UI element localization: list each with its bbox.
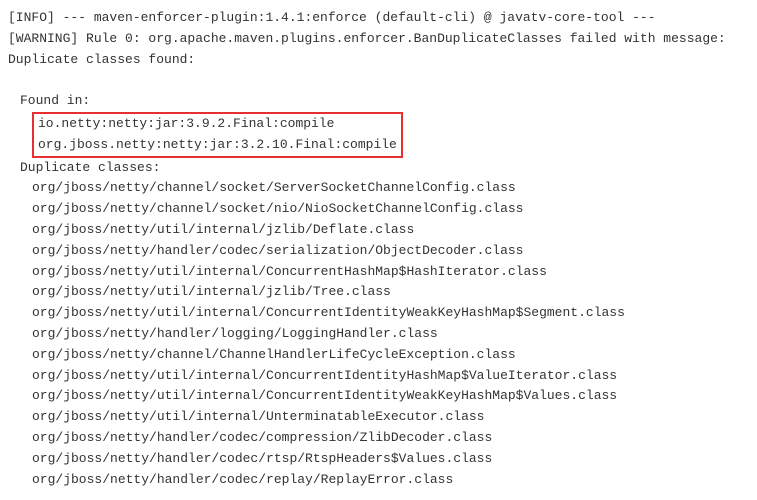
duplicate-class-entry: org/jboss/netty/util/internal/Concurrent… xyxy=(8,303,749,324)
duplicate-class-entry: org/jboss/netty/handler/codec/rtsp/RtspH… xyxy=(8,449,749,470)
found-in-highlight-box: io.netty:netty:jar:3.9.2.Final:compile o… xyxy=(32,112,403,158)
blank-line xyxy=(8,70,749,91)
log-warning-line: [WARNING] Rule 0: org.apache.maven.plugi… xyxy=(8,29,749,50)
duplicate-class-entry: org/jboss/netty/util/internal/Concurrent… xyxy=(8,366,749,387)
duplicate-class-entry: org/jboss/netty/util/internal/Concurrent… xyxy=(8,386,749,407)
duplicates-header: Duplicate classes found: xyxy=(8,50,749,71)
found-in-label: Found in: xyxy=(8,91,749,112)
found-in-artifact: io.netty:netty:jar:3.9.2.Final:compile xyxy=(38,114,397,135)
found-in-artifact: org.jboss.netty:netty:jar:3.2.10.Final:c… xyxy=(38,135,397,156)
duplicate-class-entry: org/jboss/netty/handler/codec/serializat… xyxy=(8,241,749,262)
duplicate-class-entry: org/jboss/netty/channel/socket/nio/NioSo… xyxy=(8,199,749,220)
duplicate-class-entry: org/jboss/netty/handler/codec/compressio… xyxy=(8,428,749,449)
log-info-line: [INFO] --- maven-enforcer-plugin:1.4.1:e… xyxy=(8,8,749,29)
duplicate-class-entry: org/jboss/netty/util/internal/Concurrent… xyxy=(8,262,749,283)
duplicate-class-entry: org/jboss/netty/channel/ChannelHandlerLi… xyxy=(8,345,749,366)
duplicate-class-entry: org/jboss/netty/handler/logging/LoggingH… xyxy=(8,324,749,345)
duplicate-classes-label: Duplicate classes: xyxy=(8,158,749,179)
duplicate-class-entry: org/jboss/netty/util/internal/jzlib/Tree… xyxy=(8,282,749,303)
duplicate-class-entry: org/jboss/netty/util/internal/jzlib/Defl… xyxy=(8,220,749,241)
duplicate-class-entry: org/jboss/netty/util/internal/Unterminat… xyxy=(8,407,749,428)
duplicate-class-entry: org/jboss/netty/channel/socket/ServerSoc… xyxy=(8,178,749,199)
duplicate-class-entry: org/jboss/netty/handler/codec/replay/Rep… xyxy=(8,470,749,491)
